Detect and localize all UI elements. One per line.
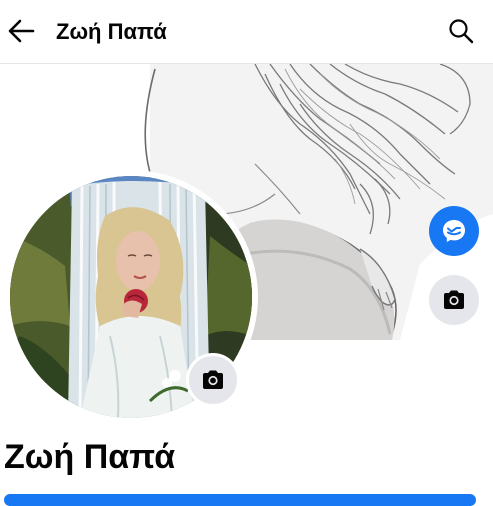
back-button[interactable] [4,14,38,48]
search-button[interactable] [444,14,478,48]
camera-icon [444,290,464,309]
message-button[interactable] [429,206,479,256]
camera-icon [203,370,223,389]
profile-name: Ζωή Παπά [4,438,176,476]
primary-action-button[interactable] [4,494,476,506]
page-title: Ζωή Παπά [56,19,167,44]
messenger-icon [443,220,465,242]
edit-cover-photo-button[interactable] [429,275,479,325]
search-icon [449,19,474,44]
edit-profile-picture-button[interactable] [186,353,240,407]
arrow-left-icon [8,19,35,43]
top-app-bar: Ζωή Παπά [0,0,493,64]
